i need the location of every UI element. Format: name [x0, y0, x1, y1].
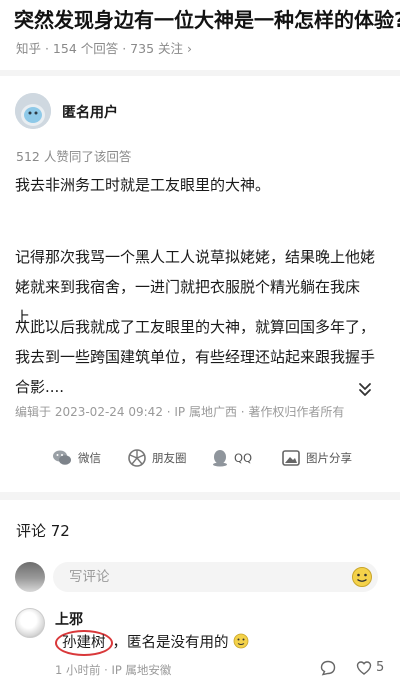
commenter-avatar[interactable]: [15, 608, 45, 638]
share-image-button[interactable]: 图片分享: [282, 444, 352, 472]
qq-icon: [213, 450, 227, 467]
moments-icon: [128, 449, 146, 467]
comment-author[interactable]: 上邪: [55, 609, 83, 629]
circled-name-annotation: 孙建树: [55, 630, 113, 656]
edit-info: 编辑于 2023-02-24 09:42 · IP 属地广西 · 著作权归作者所…: [15, 405, 345, 419]
share-label: QQ: [234, 451, 253, 465]
question-title[interactable]: 突然发现身边有一位大神是一种怎样的体验?: [14, 6, 400, 34]
wechat-icon: [53, 450, 71, 465]
like-count: 5: [376, 660, 385, 675]
comment-input[interactable]: 写评论: [53, 562, 378, 592]
reply-icon[interactable]: [320, 660, 336, 676]
question-meta[interactable]: 知乎 · 154 个回答 · 735 关注 ›: [16, 38, 192, 57]
share-qq-button[interactable]: QQ: [212, 444, 252, 472]
vote-count: 512 人赞同了该回答: [16, 149, 132, 164]
emoji-icon: [233, 633, 249, 649]
divider: [0, 70, 400, 76]
share-label: 微信: [78, 451, 101, 465]
answer-paragraph: 从此以后我就成了工友眼里的大神，就算回国多年了，我去到一些跨国建筑单位，有些经理…: [15, 318, 376, 396]
share-label: 图片分享: [306, 451, 352, 465]
divider: [0, 492, 400, 500]
author-name[interactable]: 匿名用户: [62, 102, 118, 122]
comment-text-rest: ，匿名是没有用的: [112, 635, 229, 651]
emoji-icon[interactable]: [351, 566, 373, 588]
share-wechat-button[interactable]: 微信: [52, 444, 101, 472]
comment-meta: 1 小时前 · IP 属地安徽: [55, 663, 172, 677]
share-label: 朋友圈: [152, 451, 187, 465]
comments-title: 评论 72: [16, 522, 70, 540]
user-avatar: [15, 562, 45, 592]
share-row: 微信 朋友圈 QQ 图片分享: [0, 444, 400, 472]
image-share-icon: [282, 450, 300, 466]
anonymous-avatar[interactable]: [15, 93, 51, 129]
comment-text: 孙建树 ，匿名是没有用的: [55, 630, 249, 656]
like-icon[interactable]: [356, 660, 372, 676]
share-moments-button[interactable]: 朋友圈: [128, 444, 187, 472]
chevron-down-icon[interactable]: [356, 380, 374, 398]
answer-paragraph: 我去非洲务工时就是工友眼里的大神。: [15, 176, 271, 194]
